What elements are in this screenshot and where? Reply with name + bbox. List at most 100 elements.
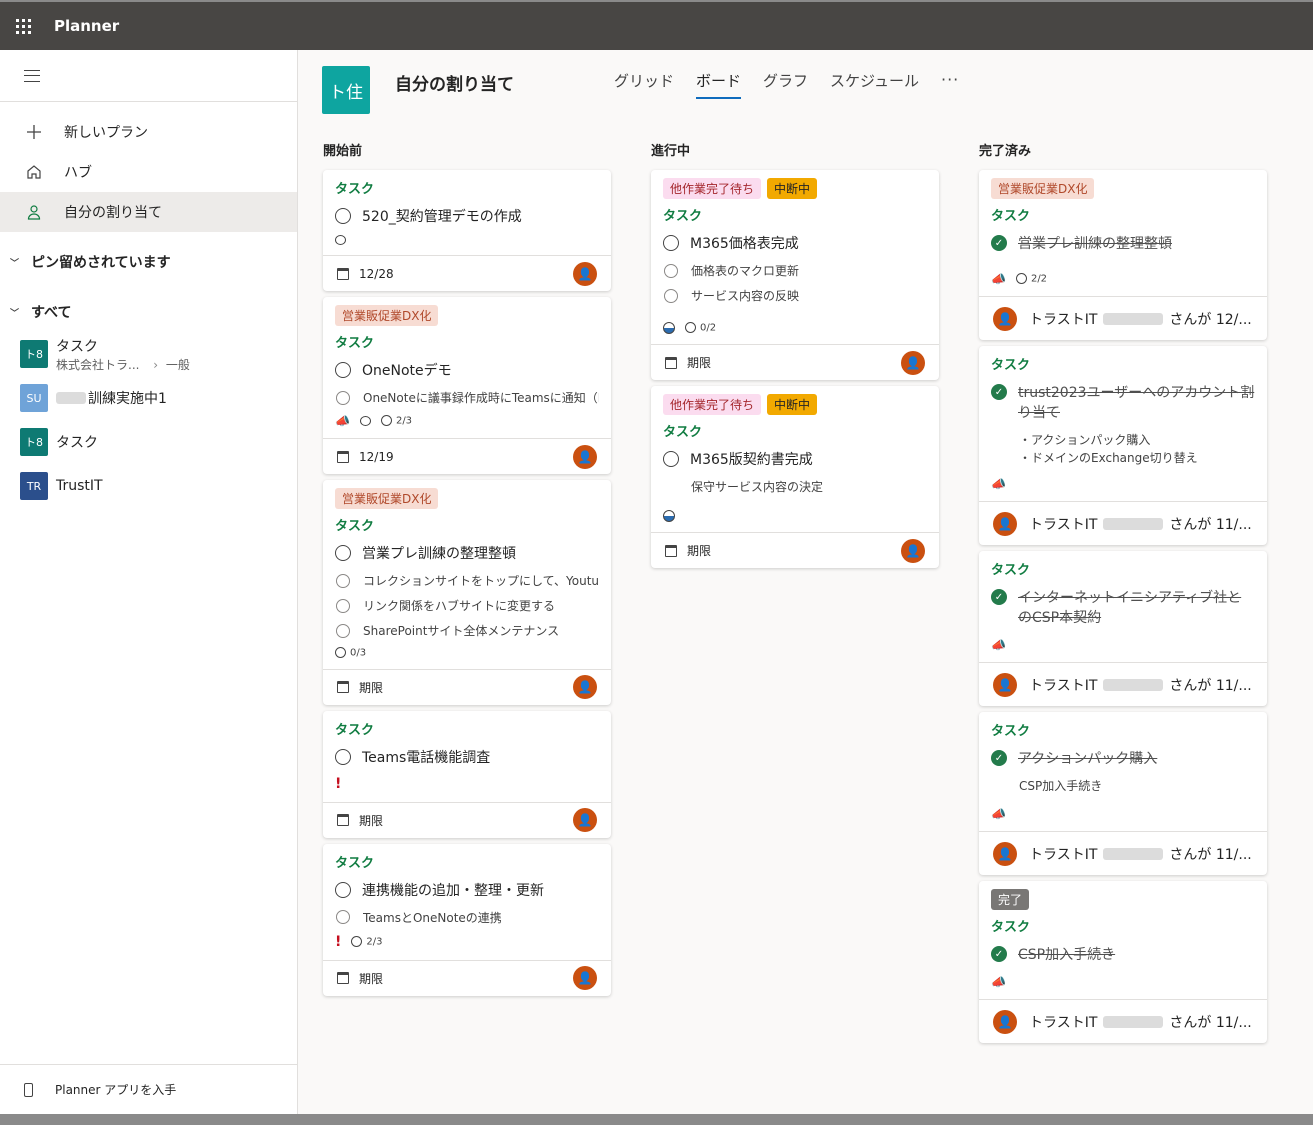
task-title: 営業プレ訓練の整理整頓: [362, 546, 516, 562]
chevron-down-icon: ﹀: [10, 308, 20, 319]
task-label: 完了: [991, 889, 1030, 910]
subtask-text: サービス内容の反映: [691, 289, 800, 303]
task-card[interactable]: タスク ✓ アクションパック購入 CSP加入手続き 📣 👤 トラストIT さんが …: [979, 712, 1267, 875]
task-card[interactable]: 営業販促業DX化 タスク OneNoteデモ OneNoteに議事録作成時にTe…: [323, 297, 611, 474]
due-date[interactable]: 期限: [337, 812, 383, 829]
due-date[interactable]: 12/28: [337, 267, 394, 281]
assignee-avatar[interactable]: 👤: [573, 966, 597, 990]
task-card[interactable]: タスク ✓ インターネットイニシアティブ社とのCSP本契約 📣 👤 トラストIT …: [979, 551, 1267, 706]
completed-check-icon[interactable]: ✓: [991, 589, 1007, 605]
tab-charts[interactable]: グラフ: [763, 70, 808, 99]
page-title: 自分の割り当て: [395, 75, 514, 95]
task-description: 保守サービス内容の決定: [691, 480, 824, 494]
redacted-text: [56, 392, 86, 404]
urgent-icon: 📣: [991, 807, 1006, 821]
tab-board[interactable]: ボード: [696, 70, 742, 99]
task-title: 営業プレ訓練の整理整頓: [1018, 236, 1172, 252]
assignee-avatar[interactable]: 👤: [573, 675, 597, 699]
due-date[interactable]: 期限: [337, 970, 383, 987]
subtask-checkbox[interactable]: [664, 288, 678, 303]
completed-check-icon[interactable]: ✓: [991, 235, 1007, 251]
assignee-avatar[interactable]: 👤: [993, 511, 1017, 536]
urgent-icon: 📣: [991, 272, 1006, 286]
task-label: 他作業完了待ち: [663, 394, 762, 415]
completed-check-icon[interactable]: ✓: [991, 750, 1007, 766]
complete-checkbox[interactable]: [663, 235, 679, 251]
checklist-value: 2/3: [366, 936, 383, 948]
get-app-link[interactable]: Planner アプリを入手: [0, 1064, 297, 1114]
assignee-avatar[interactable]: 👤: [573, 261, 597, 286]
due-date[interactable]: 期限: [665, 354, 711, 371]
assignee-avatar[interactable]: 👤: [993, 1009, 1017, 1034]
task-card[interactable]: タスク ✓ trust2023ユーザーへのアカウント割り当て ・アクションパック購…: [979, 346, 1267, 545]
assignee-avatar[interactable]: 👤: [573, 444, 597, 469]
tab-grid[interactable]: グリッド: [614, 70, 674, 99]
calendar-icon: [337, 450, 349, 463]
task-card[interactable]: 完了 タスク ✓ CSP加入手続き 📣 👤 トラストIT さんが 11/...: [979, 881, 1267, 1043]
task-description: CSP加入手続き: [1019, 779, 1103, 793]
completed-by-name: トラストIT: [1029, 846, 1098, 863]
task-card[interactable]: 営業販促業DX化 タスク 営業プレ訓練の整理整頓 コレクションサイトをトップにし…: [323, 480, 611, 705]
subtask-checkbox[interactable]: [664, 263, 678, 278]
subtask-checkbox[interactable]: [336, 910, 350, 924]
task-label: 営業販促業DX化: [991, 178, 1095, 199]
bucket-name: タスク: [991, 209, 1031, 224]
nav-label: 新しいプラン: [64, 125, 148, 141]
plan-item[interactable]: ト8 タスク: [0, 420, 297, 464]
plan-item[interactable]: SU 訓練実施中1: [0, 376, 297, 420]
main-board: ト住 自分の割り当て グリッド ボード グラフ スケジュール ··· 開始前 タ…: [299, 50, 1313, 1114]
task-title: 520_契約管理デモの作成: [362, 209, 522, 225]
plan-avatar: SU: [20, 384, 48, 412]
due-date[interactable]: 期限: [337, 679, 383, 696]
calendar-icon: [665, 544, 677, 557]
tab-schedule[interactable]: スケジュール: [830, 70, 919, 99]
comment-icon: [335, 235, 346, 245]
checklist-icon: [351, 935, 363, 947]
plan-avatar: ト8: [20, 340, 48, 368]
bucket-name: タスク: [991, 563, 1031, 578]
task-card[interactable]: タスク 520_契約管理デモの作成 12/28 👤: [323, 170, 611, 291]
plan-item[interactable]: TR TrustIT: [0, 464, 297, 508]
complete-checkbox[interactable]: [335, 362, 351, 378]
assignee-avatar[interactable]: 👤: [573, 808, 597, 832]
completed-check-icon[interactable]: ✓: [991, 946, 1007, 962]
all-section-toggle[interactable]: ﹀ すべて: [0, 292, 297, 332]
complete-checkbox[interactable]: [335, 748, 351, 765]
task-title: trust2023ユーザーへのアカウント割り当て: [1018, 385, 1255, 421]
complete-checkbox[interactable]: [335, 881, 351, 898]
subtask-checkbox[interactable]: [336, 598, 350, 613]
pinned-section-toggle[interactable]: ﹀ ピン留めされています: [0, 242, 297, 282]
complete-checkbox[interactable]: [335, 545, 351, 561]
assignee-avatar[interactable]: 👤: [993, 306, 1017, 331]
assignee-avatar[interactable]: 👤: [993, 672, 1017, 697]
subtask-checkbox[interactable]: [336, 390, 350, 405]
completed-check-icon[interactable]: ✓: [991, 384, 1007, 400]
app-title[interactable]: Planner: [54, 17, 119, 35]
complete-checkbox[interactable]: [663, 451, 679, 467]
plan-channel: 一般: [165, 357, 190, 372]
task-title: M365版契約書完成: [690, 452, 813, 468]
task-card[interactable]: タスク 連携機能の追加・整理・更新 TeamsとOneNoteの連携 ! 2/3 …: [323, 843, 611, 996]
task-card[interactable]: 営業販促業DX化 タスク ✓ 営業プレ訓練の整理整頓 📣 2/2 👤 トラストIT …: [979, 170, 1267, 340]
subtask-checkbox[interactable]: [336, 573, 350, 588]
column-title: 完了済み: [979, 144, 1032, 159]
assignee-avatar[interactable]: 👤: [993, 841, 1017, 866]
due-date[interactable]: 12/19: [337, 450, 394, 464]
due-date[interactable]: 期限: [665, 542, 711, 559]
complete-checkbox[interactable]: [335, 208, 351, 224]
collapse-nav-button[interactable]: [0, 50, 297, 102]
subtask-text: TeamsとOneNoteの連携: [363, 910, 502, 925]
app-launcher-icon[interactable]: [0, 2, 46, 50]
assignee-avatar[interactable]: 👤: [901, 538, 925, 563]
assignee-avatar[interactable]: 👤: [901, 350, 925, 375]
subtask-checkbox[interactable]: [336, 623, 350, 638]
nav-hub[interactable]: ハブ: [0, 152, 297, 192]
task-card[interactable]: 他作業完了待ち 中断中 タスク M365価格表完成 価格表のマクロ更新 サービス…: [651, 170, 939, 380]
bucket-name: タスク: [991, 358, 1031, 373]
task-card[interactable]: タスク Teams電話機能調査 ! 期限 👤: [323, 710, 611, 838]
nav-my-tasks[interactable]: 自分の割り当て: [0, 192, 297, 232]
more-options-icon[interactable]: ···: [941, 70, 959, 99]
task-card[interactable]: 他作業完了待ち 中断中 タスク M365版契約書完成 保守サービス内容の決定 期…: [651, 386, 939, 568]
plan-item[interactable]: ト8 タスク 株式会社トラ... › 一般: [0, 332, 297, 376]
nav-new-plan[interactable]: 新しいプラン: [0, 112, 297, 152]
